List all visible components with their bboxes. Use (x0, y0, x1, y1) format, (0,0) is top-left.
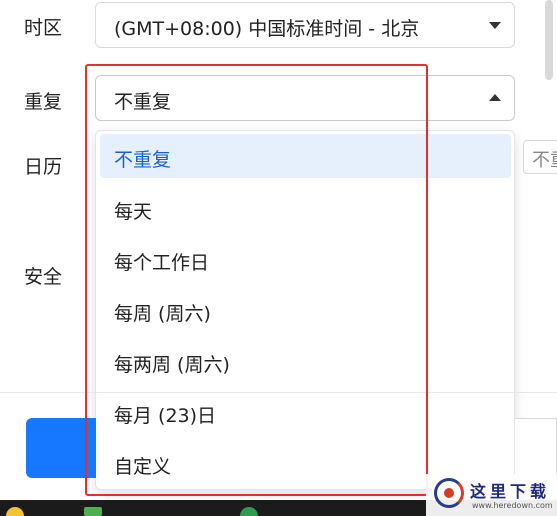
repeat-option-weekdays[interactable]: 每个工作日 (100, 237, 511, 281)
repeat-option-label: 每个工作日 (114, 252, 210, 274)
calendar-side-input[interactable]: 不重 (523, 140, 557, 174)
repeat-option-label: 自定义 (114, 456, 172, 478)
timezone-select[interactable]: (GMT+08:00) 中国标准时间 - 北京 (95, 2, 515, 48)
watermark: 这里下载 www.heredown.com (426, 474, 557, 516)
repeat-option-monthly[interactable]: 每月 (23)日 (100, 390, 511, 434)
secondary-button[interactable] (515, 418, 557, 478)
repeat-dropdown: 不重复 每天 每个工作日 每周 (周六) 每两周 (周六) 每月 (23)日 自… (95, 130, 515, 490)
repeat-option-weekly[interactable]: 每周 (周六) (100, 288, 511, 332)
repeat-label: 重复 (24, 91, 63, 113)
calendar-label: 日历 (24, 156, 63, 178)
security-label: 安全 (24, 266, 63, 288)
page-scrollbar[interactable] (545, 0, 553, 80)
chevron-up-icon (489, 94, 501, 101)
timezone-label: 时区 (24, 17, 63, 39)
repeat-option-none[interactable]: 不重复 (100, 134, 511, 178)
repeat-option-label: 不重复 (114, 149, 172, 171)
watermark-logo-icon (434, 478, 464, 508)
repeat-option-label: 每月 (23)日 (114, 405, 217, 427)
calendar-side-input-text: 不重 (532, 150, 557, 171)
taskbar-app-icon[interactable] (84, 507, 102, 516)
repeat-option-label: 每天 (114, 201, 153, 223)
repeat-select[interactable]: 不重复 (95, 75, 515, 121)
timezone-value: (GMT+08:00) 中国标准时间 - 北京 (114, 18, 420, 40)
repeat-option-label: 每两周 (周六) (114, 354, 230, 376)
chevron-down-icon (489, 22, 501, 29)
repeat-value: 不重复 (114, 91, 172, 113)
repeat-option-daily[interactable]: 每天 (100, 186, 511, 230)
repeat-option-label: 每周 (周六) (114, 303, 211, 325)
footer-divider (0, 392, 557, 393)
repeat-option-biweekly[interactable]: 每两周 (周六) (100, 339, 511, 383)
primary-button[interactable] (26, 418, 96, 478)
watermark-text: 这里下载 (470, 482, 551, 501)
watermark-url: www.heredown.com (472, 501, 553, 510)
